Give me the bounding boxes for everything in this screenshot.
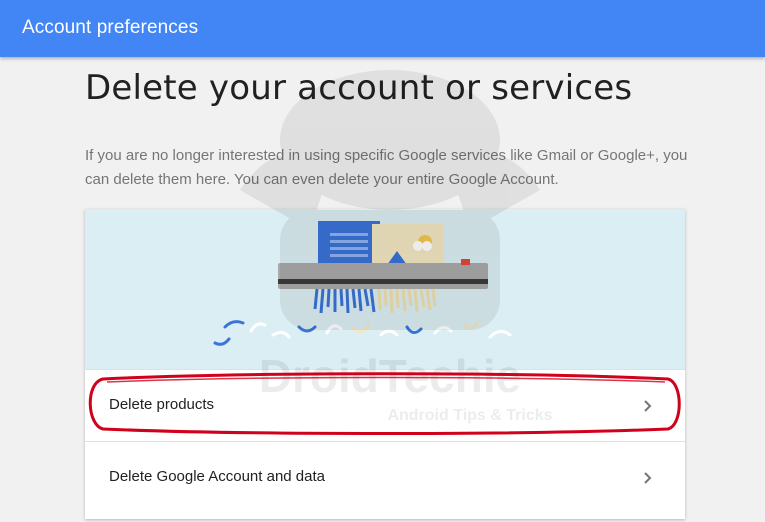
page-title: Delete your account or services <box>85 68 633 108</box>
delete-products-row[interactable]: Delete products <box>85 369 685 441</box>
page-description: If you are no longer interested in using… <box>85 147 688 188</box>
shredder-illustration <box>85 209 685 369</box>
chevron-right-icon <box>644 472 652 484</box>
app-header: Account preferences <box>0 0 765 57</box>
header-title: Account preferences <box>22 17 199 38</box>
delete-account-label: Delete Google Account and data <box>109 468 325 485</box>
delete-products-label: Delete products <box>109 396 215 413</box>
delete-account-row[interactable]: Delete Google Account and data <box>85 441 685 513</box>
chevron-right-icon <box>644 400 652 412</box>
delete-options-card: Delete products Delete Google Account an… <box>85 209 685 519</box>
